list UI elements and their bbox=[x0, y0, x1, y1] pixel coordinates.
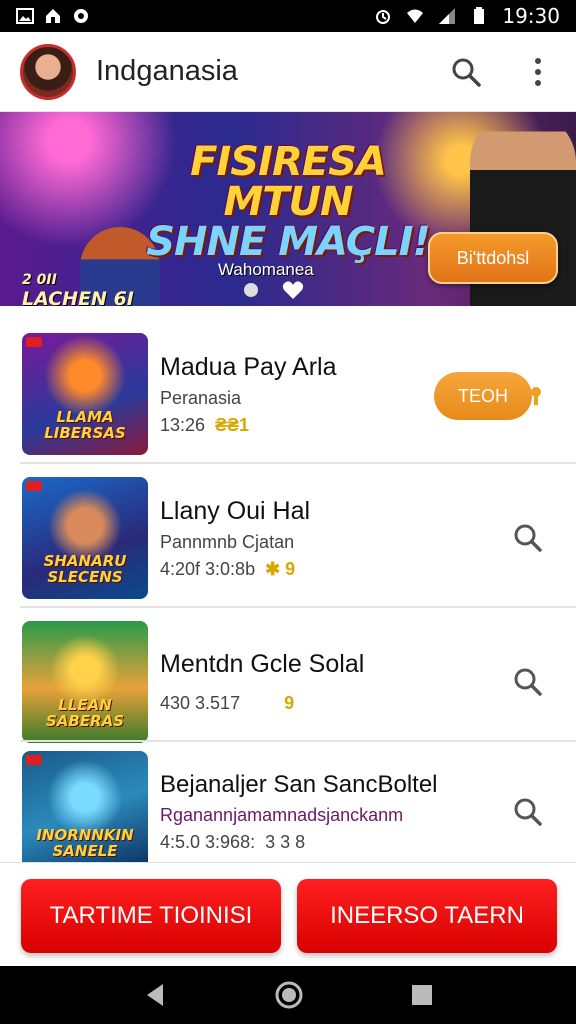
thumb-title: SHANARU SLECENS bbox=[43, 552, 127, 586]
wifi-icon bbox=[407, 9, 424, 23]
game-meta: 13:26 bbox=[160, 414, 206, 435]
primary-left-button[interactable]: TARTIME TIOINISI bbox=[21, 879, 281, 953]
app-title: Indganasia bbox=[96, 55, 238, 87]
banner-cta-button[interactable]: Bi'ttdohsl bbox=[428, 232, 558, 284]
bottom-action-bar: TARTIME TIOINISI INEERSO TAERN bbox=[0, 862, 576, 966]
thumb-title: LLAMA LIBERSAS bbox=[44, 408, 126, 442]
pager-dot[interactable] bbox=[244, 283, 258, 297]
divider bbox=[20, 462, 576, 464]
primary-right-button[interactable]: INEERSO TAERN bbox=[297, 879, 557, 953]
thumb-badge bbox=[26, 481, 42, 491]
status-time: 19:30 bbox=[502, 4, 560, 28]
signal-icon bbox=[439, 8, 456, 24]
game-thumbnail[interactable]: SHANARU SLECENS bbox=[22, 477, 148, 599]
list-item[interactable]: LLAMA LIBERSAS Madua Pay Arla Peranasia … bbox=[0, 324, 576, 464]
thumb-title: INORNNKIN SANELE bbox=[36, 826, 134, 860]
game-thumbnail[interactable]: LLEAN SABERAS bbox=[22, 621, 148, 743]
game-meta: 4:5.0 3:968: bbox=[160, 832, 256, 852]
app-bar: Indganasia bbox=[0, 32, 576, 112]
status-bar: 19:30 bbox=[0, 0, 576, 32]
alarm-icon bbox=[376, 10, 391, 24]
game-meta-extra: ✱ 9 bbox=[265, 558, 296, 579]
system-nav-bar bbox=[0, 966, 576, 1024]
screen: 19:30 Indganasia FISIRESA MTUN SHNE MAÇL… bbox=[0, 0, 576, 1024]
game-title: Bejanaljer San SancBoltel bbox=[160, 771, 438, 798]
game-thumbnail[interactable]: LLAMA LIBERSAS bbox=[22, 333, 148, 455]
banner-left-text: 2 0II LACHEN 6I bbox=[22, 272, 134, 306]
overflow-menu-button[interactable] bbox=[520, 54, 556, 90]
get-button[interactable]: TEOH bbox=[434, 372, 532, 420]
banner-mid-text: Wahomanea bbox=[218, 260, 314, 279]
home-notification-icon bbox=[46, 9, 60, 23]
back-icon[interactable] bbox=[143, 982, 167, 1008]
heart-icon[interactable] bbox=[282, 280, 304, 300]
list-item[interactable]: LLEAN SABERAS Mentdn Gcle Solal 430 3.51… bbox=[0, 612, 576, 752]
search-icon[interactable] bbox=[512, 522, 544, 554]
banner-title: FISIRESA MTUN SHNE MAÇLI! bbox=[128, 142, 448, 262]
thumb-badge bbox=[26, 337, 42, 347]
more-vert-icon bbox=[535, 57, 541, 86]
list-item[interactable]: INORNNKIN SANELE Bejanaljer San SancBolt… bbox=[0, 742, 576, 882]
search-icon[interactable] bbox=[512, 666, 544, 698]
key-icon bbox=[531, 387, 541, 405]
promo-banner[interactable]: FISIRESA MTUN SHNE MAÇLI! 2 0II LACHEN 6… bbox=[0, 112, 576, 306]
game-meta-extra: ₴₴1 bbox=[215, 414, 250, 435]
record-notification-icon bbox=[74, 9, 88, 23]
search-icon[interactable] bbox=[512, 796, 544, 828]
divider bbox=[20, 606, 576, 608]
banner-left-top-text: 2 0II bbox=[22, 272, 57, 288]
game-meta: 430 3.517 bbox=[160, 693, 241, 713]
thumb-badge bbox=[26, 755, 42, 765]
game-thumbnail[interactable]: INORNNKIN SANELE bbox=[22, 751, 148, 873]
banner-pager[interactable] bbox=[244, 280, 304, 300]
thumb-title: LLEAN SABERAS bbox=[45, 696, 125, 730]
banner-title-line1: FISIRESA MTUN bbox=[190, 139, 387, 225]
gallery-notification-icon bbox=[16, 8, 34, 24]
recents-icon[interactable] bbox=[411, 984, 433, 1006]
banner-left-main-text: LACHEN 6I bbox=[22, 288, 134, 306]
battery-icon bbox=[474, 7, 485, 24]
game-meta-extra: 9 bbox=[284, 693, 295, 713]
search-icon bbox=[452, 58, 481, 87]
home-icon[interactable] bbox=[274, 980, 304, 1010]
banner-title-line2: SHNE MAÇLI! bbox=[146, 219, 431, 265]
game-meta-extra: 3 3 8 bbox=[265, 832, 306, 852]
search-button[interactable] bbox=[448, 54, 484, 90]
game-meta: 4:20f 3:0:8b bbox=[160, 558, 256, 579]
list-item[interactable]: SHANARU SLECENS Llany Oui Hal Pannmnb Cj… bbox=[0, 468, 576, 608]
avatar[interactable] bbox=[20, 43, 76, 100]
